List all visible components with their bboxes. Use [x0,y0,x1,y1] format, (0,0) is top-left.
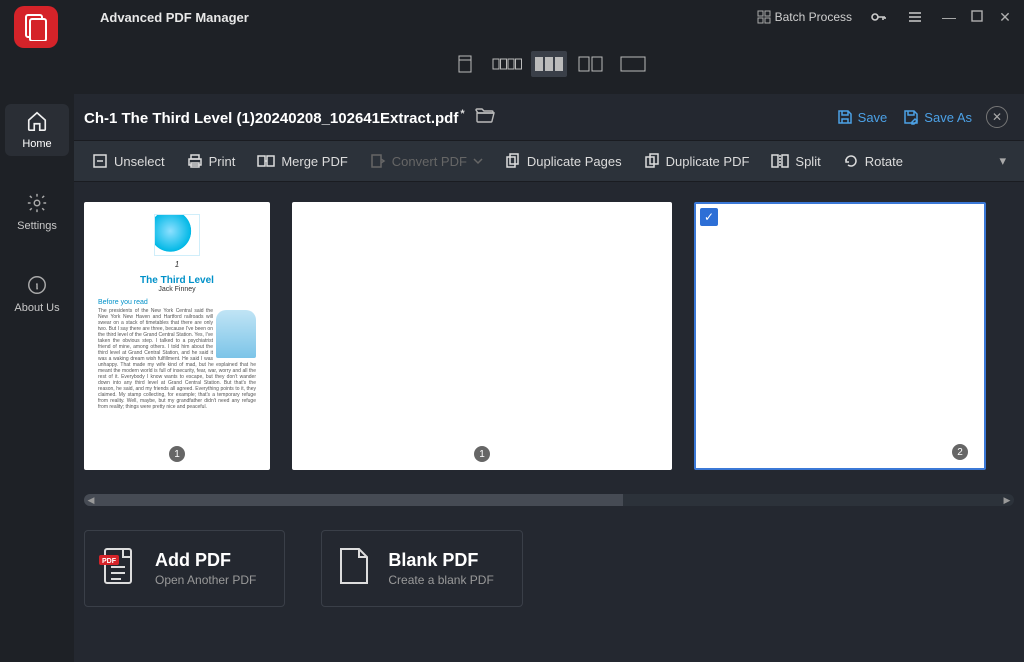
unselect-button[interactable]: Unselect [82,148,175,174]
page-number-badge: 1 [169,446,185,462]
page-thumb-3-selected[interactable]: ✓ 2 [694,202,986,470]
merge-label: Merge PDF [281,154,347,169]
print-label: Print [209,154,236,169]
duplicate-pdf-button[interactable]: Duplicate PDF [634,148,760,174]
titlebar: Advanced PDF Manager Batch Process — ✕ [0,0,1024,34]
scroll-left-icon[interactable]: ◀ [84,494,98,506]
duplicate-pdf-icon [644,153,660,169]
sidebar-settings-label: Settings [17,220,57,232]
convert-label: Convert PDF [392,154,467,169]
duplicate-pages-button[interactable]: Duplicate Pages [495,148,632,174]
hamburger-icon[interactable] [902,7,932,27]
svg-text:PDF: PDF [102,558,117,565]
save-as-label: Save As [924,110,972,125]
viewmode-bar [74,34,1024,94]
rotate-icon [843,153,859,169]
unselect-icon [92,153,108,169]
viewmode-single[interactable] [447,51,483,77]
batch-process-label: Batch Process [775,10,852,24]
key-icon[interactable] [864,6,896,28]
blank-pdf-card[interactable]: Blank PDF Create a blank PDF [321,530,522,607]
page-number-badge: 1 [474,446,490,462]
sidebar-home-label: Home [22,138,51,150]
split-label: Split [795,154,820,169]
sidebar-item-settings[interactable]: Settings [5,186,69,238]
batch-process-button[interactable]: Batch Process [751,6,858,28]
sidebar-about-label: About Us [14,302,59,314]
viewmode-large-grid[interactable] [531,51,567,77]
maximize-button[interactable] [966,9,988,25]
toolbar: Unselect Print Merge PDF Convert PDF Dup… [74,140,1024,182]
print-button[interactable]: Print [177,148,246,174]
page-thumb-1[interactable]: 1 The Third Level Jack Finney Before you… [84,202,270,470]
gear-icon [26,192,48,214]
selected-check-icon: ✓ [700,208,718,226]
duplicate-pdf-label: Duplicate PDF [666,154,750,169]
thumb-illustration [154,214,200,256]
split-icon [771,153,789,169]
page-thumb-2[interactable]: 1 [292,202,672,470]
merge-icon [257,153,275,169]
print-icon [187,153,203,169]
save-icon [837,109,853,125]
sidebar-item-about[interactable]: About Us [5,268,69,320]
unselect-label: Unselect [114,154,165,169]
save-as-icon [903,109,919,125]
viewmode-strip[interactable] [489,51,525,77]
save-label: Save [858,110,888,125]
viewmode-two-up[interactable] [573,51,609,77]
info-icon [26,274,48,296]
chevron-down-icon [473,157,483,165]
page-number-badge: 2 [952,444,968,460]
horizontal-scrollbar[interactable]: ◀ ▶ [84,494,1014,506]
thumb-before: Before you read [98,299,148,306]
sidebar: Home Settings About Us [0,34,74,662]
rotate-button[interactable]: Rotate [833,148,913,174]
add-pdf-title: Add PDF [155,550,256,571]
convert-icon [370,153,386,169]
thumb-title: The Third Level [140,275,214,286]
close-document-button[interactable]: ✕ [986,106,1008,128]
save-as-button[interactable]: Save As [903,109,972,125]
blank-pdf-subtitle: Create a blank PDF [388,573,493,587]
document-header: Ch-1 The Third Level (1)20240208_102641E… [74,94,1024,140]
pages-row: 1 The Third Level Jack Finney Before you… [84,202,1014,480]
convert-button[interactable]: Convert PDF [360,148,493,174]
batch-icon [757,10,771,24]
sidebar-item-home[interactable]: Home [5,104,69,156]
add-pdf-subtitle: Open Another PDF [155,573,256,587]
thumb-body: The presidents of the New York Central s… [84,308,270,410]
toolbar-overflow[interactable]: ▾ [989,148,1016,174]
close-button[interactable]: ✕ [994,9,1016,26]
blank-pdf-icon [336,545,372,592]
scroll-right-icon[interactable]: ▶ [1000,494,1014,506]
app-logo [14,6,58,48]
open-folder-icon[interactable] [475,107,495,128]
rotate-label: Rotate [865,154,903,169]
minimize-button[interactable]: — [938,9,960,25]
app-title: Advanced PDF Manager [100,10,249,25]
add-pdf-card[interactable]: PDF Add PDF Open Another PDF [84,530,285,607]
save-button[interactable]: Save [837,109,888,125]
add-pdf-icon: PDF [99,545,139,592]
duplicate-pages-label: Duplicate Pages [527,154,622,169]
thumb-author: Jack Finney [158,286,195,293]
blank-pdf-title: Blank PDF [388,550,493,571]
duplicate-pages-icon [505,153,521,169]
document-filename: Ch-1 The Third Level (1)20240208_102641E… [84,110,458,127]
split-button[interactable]: Split [761,148,830,174]
merge-button[interactable]: Merge PDF [247,148,357,174]
document-title: Ch-1 The Third Level (1)20240208_102641E… [84,108,465,127]
home-icon [26,110,48,132]
modified-indicator: * [460,108,464,120]
viewmode-full[interactable] [615,51,651,77]
